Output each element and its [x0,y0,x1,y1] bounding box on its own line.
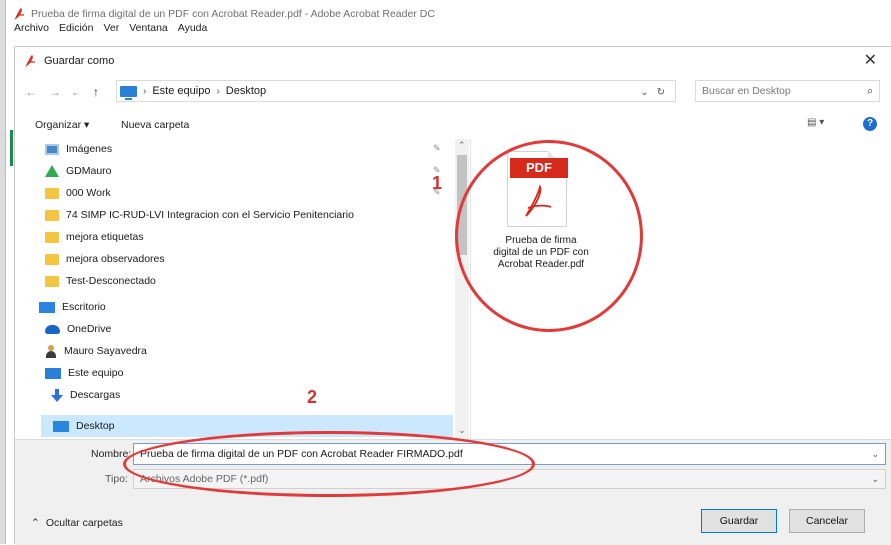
chevron-down-icon[interactable]: ⌄ [871,474,879,485]
menu-ver[interactable]: Ver [103,22,119,38]
navigation-pane: Imágenes ✎ GDMauro ✎ 000 Work ✎ 74 SIMP … [15,139,455,439]
annotation-circle-filename [123,431,535,497]
pin-icon: ✎ [433,143,441,153]
user-icon [45,344,57,358]
app-titlebar: Prueba de firma digital de un PDF con Ac… [14,6,435,22]
back-arrow-icon[interactable]: ← [25,85,37,99]
annotation-number-2: 2 [307,387,318,407]
background-accent [10,130,13,166]
window-left-edge [0,0,6,544]
breadcrumb-desktop[interactable]: Desktop [226,85,266,97]
onedrive-icon [45,324,60,334]
recent-chevron-icon[interactable]: ⌄ [71,87,79,98]
acrobat-icon [14,7,25,20]
nav-item-escritorio[interactable]: Escritorio [39,297,106,317]
nav-item-este-equipo[interactable]: Este equipo [45,363,123,383]
chevron-down-icon[interactable]: ⌄ [871,449,879,460]
nav-item-74-simp[interactable]: 74 SIMP IC-RUD-LVI Integracion con el Se… [45,205,354,225]
close-icon[interactable]: ✕ [864,52,877,70]
nav-item-mejora-etiquetas[interactable]: mejora etiquetas [45,227,144,247]
nav-item-onedrive[interactable]: OneDrive [45,319,111,339]
app-title-text: Prueba de firma digital de un PDF con Ac… [31,8,435,20]
filetype-label: Tipo: [105,473,128,485]
annotation-number-1: 1 [432,173,443,193]
refresh-icon[interactable]: ↻ [657,87,665,98]
save-as-dialog: Guardar como ✕ ← → ⌄ ↑ › Este equipo › D… [14,46,891,545]
menu-archivo[interactable]: Archivo [14,22,49,38]
scroll-up-icon[interactable]: ⌃ [458,140,466,151]
desktop-icon [53,420,69,432]
hide-folders-toggle[interactable]: ⌃ Ocultar carpetas [31,517,123,529]
nav-item-mejora-observadores[interactable]: mejora observadores [45,249,165,269]
help-icon[interactable]: ? [863,117,877,131]
acrobat-icon [25,54,36,67]
search-input[interactable]: Buscar en Desktop ⌕ [695,80,880,102]
view-options-button[interactable]: ▤ ▾ [807,117,824,128]
menu-ayuda[interactable]: Ayuda [178,22,208,38]
downloads-icon [51,388,63,402]
nav-item-000-work[interactable]: 000 Work [45,183,111,203]
folder-icon [45,209,59,221]
address-bar: ← → ⌄ ↑ › Este equipo › Desktop ⌄ ↻ Busc… [15,77,891,105]
folder-icon [45,253,59,265]
pictures-icon [45,143,59,155]
nav-item-desktop[interactable]: Desktop [53,416,115,436]
folder-icon [45,187,59,199]
search-placeholder: Buscar en Desktop [702,85,791,97]
folder-icon [45,275,59,287]
menu-ventana[interactable]: Ventana [129,22,168,38]
computer-icon [120,85,137,100]
new-folder-button[interactable]: Nueva carpeta [121,119,189,131]
forward-arrow-icon[interactable]: → [49,85,61,99]
folder-icon [45,231,59,243]
nav-item-mauro-sayavedra[interactable]: Mauro Sayavedra [45,341,147,361]
address-field[interactable]: › Este equipo › Desktop ⌄ ↻ [116,80,676,102]
history-dropdown-icon[interactable]: ⌄ [640,87,648,98]
organize-button[interactable]: Organizar ▾ [35,119,89,131]
scroll-down-icon[interactable]: ⌄ [458,425,466,436]
dialog-toolbar: Organizar ▾ Nueva carpeta [15,113,891,137]
nav-item-imagenes[interactable]: Imágenes [45,139,112,159]
annotation-circle-file [455,140,643,332]
google-drive-icon [45,165,59,177]
chevron-up-icon: ⌃ [31,517,40,529]
save-button[interactable]: Guardar [701,509,777,533]
up-arrow-icon[interactable]: ↑ [93,85,99,99]
breadcrumb-este-equipo[interactable]: Este equipo [152,85,210,97]
nav-item-test-desconectado[interactable]: Test-Desconectado [45,271,156,291]
dialog-title: Guardar como [44,55,115,67]
nav-item-descargas[interactable]: Descargas [51,385,120,405]
cancel-button[interactable]: Cancelar [789,509,865,533]
nav-item-gdmauro[interactable]: GDMauro [45,161,112,181]
address-tools: ⌄ ↻ [640,81,665,103]
menu-bar: Archivo Edición Ver Ventana Ayuda [14,22,207,38]
computer-icon [45,367,61,379]
search-icon: ⌕ [867,84,873,97]
dialog-titlebar: Guardar como [15,47,891,75]
menu-edicion[interactable]: Edición [59,22,93,38]
desktop-icon [39,301,55,313]
